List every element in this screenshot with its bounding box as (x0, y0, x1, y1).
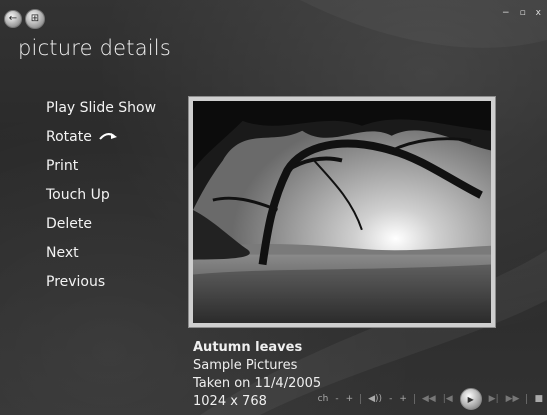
page-title: picture details (18, 36, 171, 60)
restore-button[interactable]: ▫ (520, 8, 526, 18)
rewind-icon[interactable]: ◀◀ (422, 394, 436, 404)
next-track-icon[interactable]: ▶| (489, 394, 499, 404)
action-menu: Play Slide Show Rotate Print Touch Up De… (46, 98, 156, 301)
menu-item-previous[interactable]: Previous (46, 272, 156, 301)
stop-icon[interactable]: ■ (534, 394, 543, 404)
menu-item-touch-up[interactable]: Touch Up (46, 185, 156, 214)
picture-frame (188, 96, 496, 328)
menu-item-label: Print (46, 158, 79, 174)
volume-up-button[interactable]: + (399, 394, 407, 404)
transport-divider (413, 394, 415, 404)
menu-item-print[interactable]: Print (46, 156, 156, 185)
back-button[interactable]: ← (4, 10, 22, 28)
menu-item-delete[interactable]: Delete (46, 214, 156, 243)
play-button[interactable]: ▶ (459, 388, 482, 410)
picture-folder: Sample Pictures (193, 358, 298, 373)
menu-item-label: Next (46, 245, 79, 261)
menu-item-label: Rotate (46, 129, 92, 145)
picture-date-taken: Taken on 11/4/2005 (193, 376, 322, 391)
picture-preview (193, 101, 491, 323)
volume-mute-icon[interactable]: ◀)) (368, 394, 382, 404)
window-controls: − ▫ x (502, 8, 541, 18)
menu-item-play-slide-show[interactable]: Play Slide Show (46, 98, 156, 127)
volume-down-button[interactable]: - (389, 394, 392, 404)
channel-label: ch (317, 394, 329, 404)
media-center-start-button[interactable]: ⊞ (25, 9, 45, 29)
close-button[interactable]: x (536, 8, 541, 18)
menu-item-rotate[interactable]: Rotate (46, 127, 156, 156)
channel-up-button[interactable]: + (346, 394, 354, 404)
menu-item-label: Touch Up (46, 187, 110, 203)
fast-forward-icon[interactable]: ▶▶ (506, 394, 520, 404)
menu-item-next[interactable]: Next (46, 243, 156, 272)
menu-item-label: Play Slide Show (46, 100, 157, 116)
menu-item-label: Previous (46, 274, 106, 290)
previous-track-icon[interactable]: |◀ (443, 394, 453, 404)
picture-dimensions: 1024 x 768 (193, 394, 267, 409)
windows-logo-icon: ⊞ (30, 13, 40, 24)
top-navigation: ← ⊞ (4, 9, 45, 29)
transport-divider (360, 394, 362, 404)
channel-down-button[interactable]: - (335, 394, 338, 404)
picture-name: Autumn leaves (193, 340, 303, 355)
transport-divider (526, 394, 528, 404)
transport-controls: ch - + ◀)) - + ◀◀ |◀ ▶ ▶| ▶▶ ■ (318, 388, 543, 410)
minimize-button[interactable]: − (502, 8, 510, 18)
play-icon: ▶ (467, 394, 474, 404)
rotate-arrow-icon (99, 133, 117, 140)
menu-item-label: Delete (46, 216, 92, 232)
back-arrow-icon: ← (8, 13, 18, 24)
picture-details: Autumn leaves Sample Pictures Taken on 1… (193, 339, 321, 411)
